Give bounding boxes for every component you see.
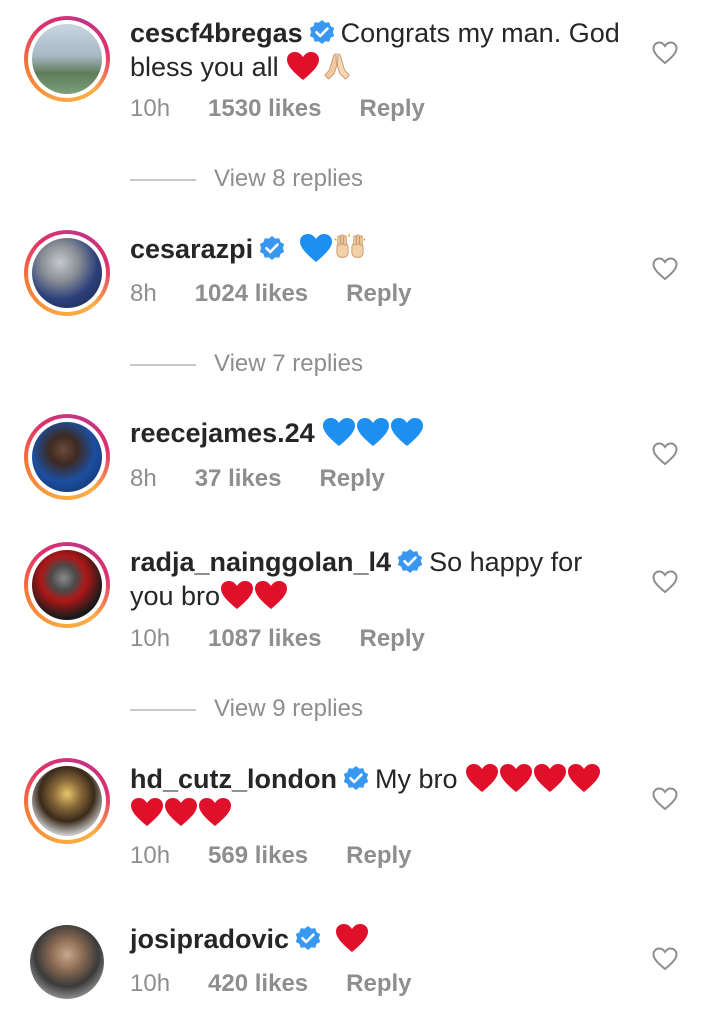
verified-badge-icon: [397, 549, 423, 575]
raising-hands-icon: [333, 233, 367, 263]
like-heart-icon[interactable]: [652, 442, 678, 466]
likes-count[interactable]: 569 likes: [208, 842, 308, 869]
comment-text: radja_nainggolan_l4 So happy for you bro: [130, 545, 630, 613]
comment-time: 8h: [130, 465, 157, 492]
reply-button[interactable]: Reply: [359, 625, 424, 652]
comment-time: 10h: [130, 970, 171, 997]
view-replies-label: View 9 replies: [214, 695, 363, 722]
divider-line: [130, 708, 196, 711]
red-heart-icon: [164, 797, 198, 827]
comment-meta: 10h 1087 likes Reply: [130, 625, 463, 653]
username[interactable]: radja_nainggolan_l4: [130, 547, 391, 577]
avatar[interactable]: [24, 919, 110, 1005]
divider-line: [130, 363, 196, 366]
view-replies-label: View 8 replies: [214, 165, 363, 192]
avatar[interactable]: [24, 230, 110, 316]
view-replies-button[interactable]: View 8 replies: [130, 165, 363, 193]
blue-heart-icon: [390, 417, 424, 447]
comment-meta: 10h 1530 likes Reply: [130, 95, 463, 123]
avatar-photo: [32, 550, 102, 620]
reply-button[interactable]: Reply: [319, 465, 384, 492]
folded-hands-icon: [320, 51, 354, 81]
username[interactable]: cesarazpi: [130, 234, 253, 264]
reply-button[interactable]: Reply: [346, 280, 411, 307]
blue-heart-icon: [299, 233, 333, 263]
avatar-photo: [30, 925, 104, 999]
username[interactable]: josipradovic: [130, 924, 289, 954]
comment-time: 10h: [130, 95, 171, 122]
like-heart-icon[interactable]: [652, 570, 678, 594]
red-heart-icon: [130, 797, 164, 827]
divider-line: [130, 178, 196, 181]
comment-text: hd_cutz_london My bro: [130, 762, 630, 830]
avatar-photo: [32, 238, 102, 308]
verified-badge-icon: [309, 20, 335, 46]
verified-badge-icon: [259, 236, 285, 262]
comment-meta: 10h 420 likes Reply: [130, 970, 450, 998]
red-heart-icon: [499, 763, 533, 793]
view-replies-button[interactable]: View 9 replies: [130, 695, 363, 723]
red-heart-icon: [286, 51, 320, 81]
comment-text: cesarazpi: [130, 232, 630, 266]
likes-count[interactable]: 420 likes: [208, 970, 308, 997]
reply-button[interactable]: Reply: [346, 970, 411, 997]
comment-text: josipradovic: [130, 922, 630, 956]
like-heart-icon[interactable]: [652, 257, 678, 281]
comment-meta: 8h 1024 likes Reply: [130, 280, 450, 308]
red-heart-icon: [533, 763, 567, 793]
comment-text: cescf4bregas Congrats my man. God bless y…: [130, 16, 630, 84]
username[interactable]: reecejames.24: [130, 418, 315, 448]
red-heart-icon: [254, 580, 288, 610]
red-heart-icon: [335, 923, 369, 953]
avatar[interactable]: [24, 542, 110, 628]
red-heart-icon: [465, 763, 499, 793]
avatar-photo: [32, 766, 102, 836]
red-heart-icon: [567, 763, 601, 793]
comment-time: 10h: [130, 625, 171, 652]
blue-heart-icon: [322, 417, 356, 447]
username[interactable]: hd_cutz_london: [130, 764, 337, 794]
verified-badge-icon: [295, 926, 321, 952]
avatar[interactable]: [24, 16, 110, 102]
comment-time: 8h: [130, 280, 157, 307]
comment-text: reecejames.24: [130, 416, 630, 450]
comment-body: My bro: [374, 764, 458, 794]
reply-button[interactable]: Reply: [359, 95, 424, 122]
like-heart-icon[interactable]: [652, 41, 678, 65]
view-replies-button[interactable]: View 7 replies: [130, 350, 363, 378]
likes-count[interactable]: 1530 likes: [208, 95, 321, 122]
likes-count[interactable]: 1087 likes: [208, 625, 321, 652]
avatar-photo: [32, 422, 102, 492]
red-heart-icon: [198, 797, 232, 827]
comment-meta: 8h 37 likes Reply: [130, 465, 423, 493]
view-replies-label: View 7 replies: [214, 350, 363, 377]
avatar[interactable]: [24, 414, 110, 500]
reply-button[interactable]: Reply: [346, 842, 411, 869]
comment-meta: 10h 569 likes Reply: [130, 842, 450, 870]
like-heart-icon[interactable]: [652, 787, 678, 811]
avatar-photo: [32, 24, 102, 94]
verified-badge-icon: [343, 766, 369, 792]
username[interactable]: cescf4bregas: [130, 18, 303, 48]
likes-count[interactable]: 1024 likes: [195, 280, 308, 307]
likes-count[interactable]: 37 likes: [195, 465, 282, 492]
like-heart-icon[interactable]: [652, 947, 678, 971]
red-heart-icon: [220, 580, 254, 610]
avatar[interactable]: [24, 758, 110, 844]
blue-heart-icon: [356, 417, 390, 447]
comment-time: 10h: [130, 842, 171, 869]
